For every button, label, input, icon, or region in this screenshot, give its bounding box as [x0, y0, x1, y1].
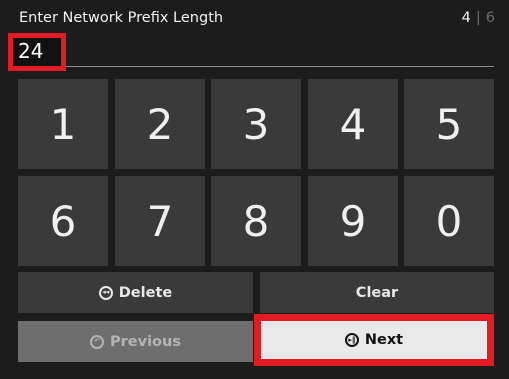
key-2[interactable]: 2 [115, 79, 205, 169]
key-5[interactable]: 5 [404, 79, 494, 169]
step-indicator: 4 | 6 [462, 10, 495, 26]
previous-button[interactable]: ↶ Previous [18, 321, 253, 362]
page-title: Enter Network Prefix Length [19, 10, 224, 26]
clear-button[interactable]: Clear [260, 272, 494, 313]
prefix-length-input[interactable]: 24 [13, 38, 61, 66]
key-0[interactable]: 0 [404, 176, 494, 266]
delete-button[interactable]: ◂◂ Delete [18, 272, 253, 313]
key-6[interactable]: 6 [18, 176, 108, 266]
play-pause-circle-icon: ▸‖ [344, 333, 359, 347]
previous-label: Previous [110, 333, 181, 350]
prefix-length-input-highlight: 24 [8, 33, 66, 71]
step-separator: | [475, 10, 481, 26]
key-3[interactable]: 3 [211, 79, 301, 169]
step-total: 6 [485, 10, 495, 26]
next-label: Next [364, 332, 404, 348]
rewind-circle-icon: ◂◂ [98, 285, 113, 300]
key-9[interactable]: 9 [308, 176, 398, 266]
next-button[interactable]: ▸‖ Next [261, 321, 487, 359]
delete-label: Delete [118, 284, 173, 301]
clear-label: Clear [355, 284, 399, 301]
undo-circle-icon: ↶ [90, 334, 105, 349]
next-button-highlight: ▸‖ Next [254, 314, 494, 366]
step-current: 4 [461, 10, 471, 26]
input-underline [66, 66, 494, 67]
key-8[interactable]: 8 [211, 176, 301, 266]
key-4[interactable]: 4 [308, 79, 398, 169]
key-1[interactable]: 1 [18, 79, 108, 169]
key-7[interactable]: 7 [115, 176, 205, 266]
